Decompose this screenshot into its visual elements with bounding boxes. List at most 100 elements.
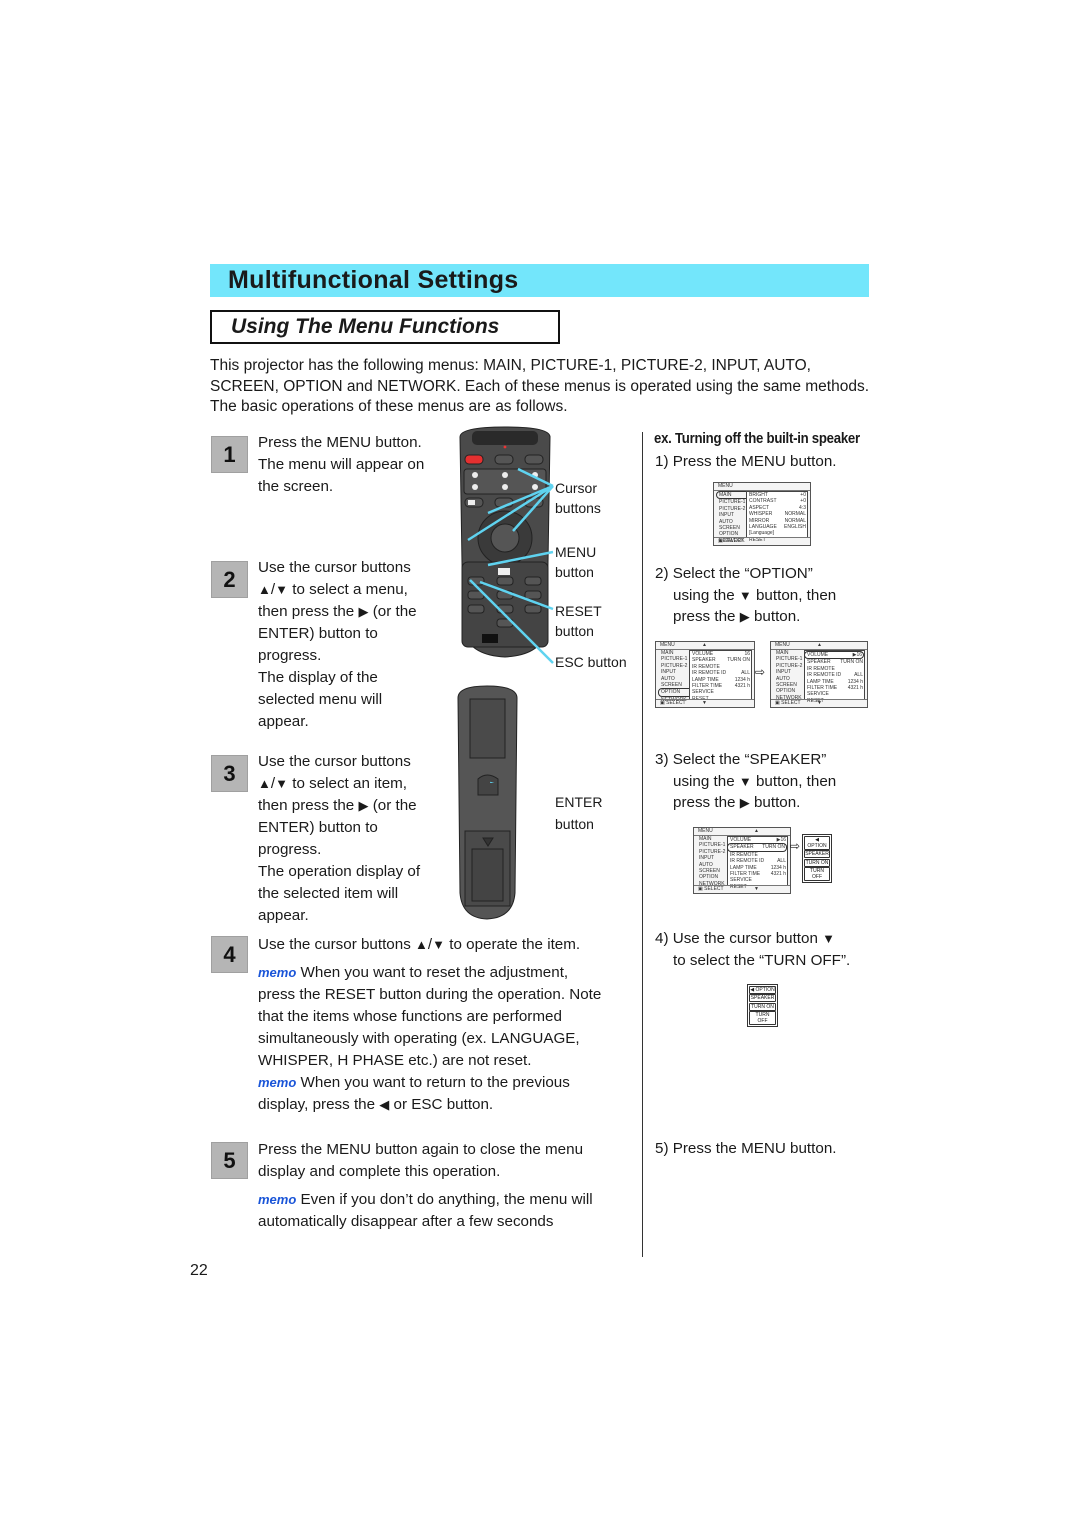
callout-lines-front (467, 467, 554, 664)
step-3-text: Use the cursor buttons ▲/▼ to select an … (258, 751, 420, 927)
memo-note: memo When you want to reset the adjustme… (258, 962, 643, 1072)
arrow-right-icon: ⇨ (755, 665, 766, 679)
text: Use the cursor buttons (258, 936, 411, 953)
step-2-line: ▲/▼ to select a menu, (258, 579, 417, 601)
text: RESET (555, 603, 602, 619)
text: Even if you don’t do anything, the menu … (300, 1191, 593, 1208)
text: ENTER (555, 794, 603, 810)
callout-line-cursor-up (517, 467, 554, 488)
step-4-line: Use the cursor buttons ▲/▼ to operate th… (258, 934, 643, 956)
osd-menu-list: MAIN PICTURE-1 PICTURE-2 INPUT AUTO SCRE… (694, 836, 731, 887)
text: press the (673, 794, 736, 811)
example-step-4: 4) Use the cursor button ▼ to select the… (655, 928, 850, 971)
section-title: Multifunctional Settings (228, 266, 519, 294)
popup-turn-on[interactable]: TURN ON (804, 858, 830, 867)
down-triangle-icon: ▼ (738, 773, 752, 789)
text: simultaneously with operating (ex. LANGU… (258, 1030, 580, 1047)
example-step-3: 3) Select the “SPEAKER” using the ▼ butt… (655, 749, 836, 814)
step-2-line: Use the cursor buttons (258, 559, 411, 576)
step-1-line: Press the MENU button. (258, 434, 422, 451)
text: (or the (372, 797, 417, 814)
popup-option-back[interactable]: ◀ OPTION (749, 985, 776, 994)
osd-footer: ▣ SELECT ▼ (656, 699, 754, 707)
text: or ESC button. (393, 1096, 494, 1113)
arrow-right-icon: ⇨ (790, 839, 801, 853)
step-3-line: the selected item will (258, 885, 399, 902)
text: then press the (258, 797, 355, 814)
popup-turn-off[interactable]: TURN OFF (804, 867, 830, 881)
osd-item[interactable]: SPEAKER TURN ON (727, 843, 787, 852)
step-4-text: Use the cursor buttons ▲/▼ to operate th… (258, 934, 643, 1116)
text: button, then (755, 772, 837, 790)
down-triangle-icon: ▼ (275, 776, 288, 791)
text: When you want to reset the adjustment, (300, 964, 569, 981)
down-triangle-icon: ▼ (738, 587, 752, 603)
memo-label: memo (258, 1192, 297, 1207)
popup-option-back[interactable]: ◀ OPTION (804, 835, 830, 850)
text: then press the (258, 603, 355, 620)
text: to select an item, (292, 775, 408, 792)
step-5-line: Press the MENU button again to close the… (258, 1141, 584, 1158)
step-1-line: The menu will appear on (258, 456, 425, 473)
callout-menu-button: MENU button (555, 542, 596, 582)
osd-item-list: BRIGHT +0 CONTRAST +0 ASPECT 4:3 WHISPER NOR… (746, 491, 808, 543)
text: button (555, 623, 594, 639)
step-2-line: ENTER) button to (258, 625, 378, 642)
popup-turn-on[interactable]: TURN ON (749, 1002, 776, 1011)
down-triangle-icon: ▼ (822, 931, 836, 946)
popup-turn-off[interactable]: TURN OFF (749, 1011, 776, 1025)
text: button. (753, 608, 801, 625)
text: 3) Select the “SPEAKER” (655, 751, 827, 768)
text: that the items whose functions are perfo… (258, 1008, 562, 1025)
step-1-line: the screen. (258, 478, 334, 495)
step-3-line: progress. (258, 841, 322, 858)
osd-footer: ▣ SELECT (714, 537, 810, 545)
intro-paragraph: This projector has the following menus: … (210, 357, 870, 415)
step-3-line: The operation display of (258, 863, 421, 880)
text: 4) Use the cursor button (655, 930, 818, 947)
page-number: 22 (190, 1262, 208, 1279)
text: WHISPER, H PHASE etc.) are not reset. (258, 1052, 532, 1069)
popup-speaker-label: SPEAKER (804, 850, 830, 858)
example-step-1: 1) Press the MENU button. (655, 453, 837, 470)
text: buttons (555, 500, 601, 516)
text: (or the (372, 603, 417, 620)
speaker-popup-turn-off: ◀ OPTION SPEAKER TURN ON TURN OFF (747, 984, 778, 1027)
osd-item-list: VOLUME ▶16 SPEAKER TURN ON IR REMOTE IR RE… (804, 650, 865, 704)
text: display, press the (258, 1096, 376, 1113)
text: using the (673, 586, 735, 604)
callout-line-menu (487, 550, 554, 567)
step-2-line: selected menu will (258, 691, 383, 708)
osd-item-list: VOLUME 16 SPEAKER TURN ON IR REMOTE IR REM… (689, 650, 752, 702)
callout-line-reset (479, 580, 554, 611)
osd-menu-item[interactable]: OPTION (658, 688, 693, 697)
up-triangle-icon: ▲ (415, 937, 428, 952)
example-step-2: 2) Select the “OPTION” using the ▼ butto… (655, 563, 836, 628)
osd-title: MENU (714, 483, 810, 491)
osd-option-menu-before: MENU ▲ MAIN PICTURE-1 PICTURE-2 INPUT AUT… (655, 641, 755, 708)
memo-note: memo Even if you don’t do anything, the … (258, 1189, 643, 1233)
osd-item-list: VOLUME ▶16 SPEAKER TURN ON IR REMOTE IR RE… (727, 836, 788, 890)
text: automatically disappear after a few seco… (258, 1213, 554, 1230)
step-2-line: appear. (258, 713, 309, 730)
osd-option-menu-after: MENU ▲ MAIN PICTURE-1 PICTURE-2 INPUT AUT… (770, 641, 868, 708)
step-number-4: 4 (211, 936, 248, 973)
callout-enter-button: ENTER button (555, 791, 602, 835)
popup-speaker-label: SPEAKER (749, 994, 776, 1002)
step-number-2: 2 (211, 561, 248, 598)
callout-esc-button: ESC button (555, 654, 627, 670)
step-3-line: ▲/▼ to select an item, (258, 773, 420, 795)
osd-item[interactable]: VOLUME ▶16 (804, 651, 864, 660)
up-triangle-icon: ▲ (258, 582, 271, 597)
text: MENU (555, 544, 597, 560)
callout-cursor-buttons: Cursor buttons (555, 478, 601, 518)
memo-label: memo (258, 965, 297, 980)
text: using the (673, 772, 735, 790)
text: to select a menu, (292, 581, 408, 598)
osd-footer: ▣ SELECT ▼ (771, 699, 867, 707)
memo-label: memo (258, 1075, 297, 1090)
memo-note: memo When you want to return to the prev… (258, 1072, 643, 1116)
text: to select the “TURN OFF”. (673, 951, 851, 969)
osd-title: MENU ▲ (771, 642, 867, 650)
text: 2) Select the “OPTION” (655, 565, 813, 582)
